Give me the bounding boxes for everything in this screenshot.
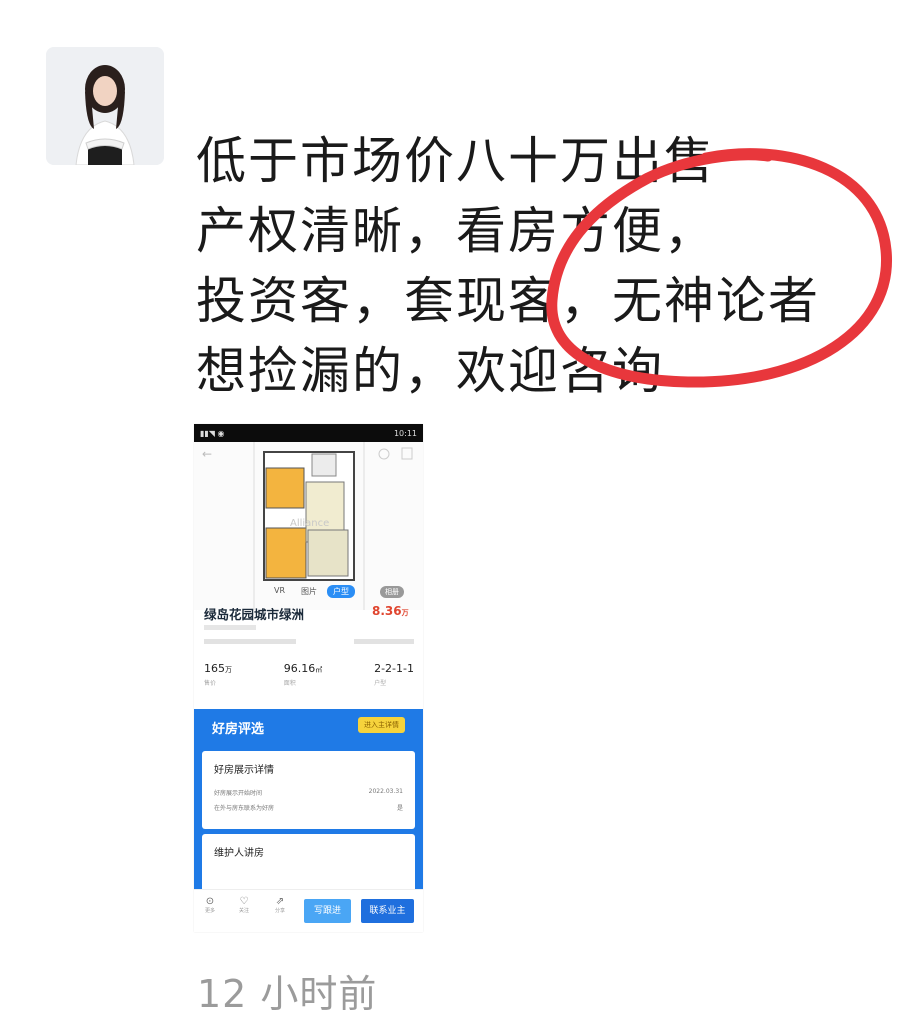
avatar[interactable] <box>46 47 164 165</box>
price-unit: 万 <box>401 609 409 617</box>
panel-detail-button[interactable]: 进入主详情 <box>358 717 405 733</box>
screenshot-image[interactable]: ▮▮◥ ◉ 10:11 ← Alliance VR 图片 户型 相册 绿岛花园城… <box>194 424 423 932</box>
post-timestamp: 12 小时前 <box>197 972 378 1016</box>
follow-up-button[interactable]: 写跟进 <box>304 899 351 923</box>
card-row: 在外与房东联系为好房是 <box>214 805 403 812</box>
post-line-2: 产权清晰，看房方便， <box>196 202 716 260</box>
tab-vr[interactable]: VR <box>268 585 291 598</box>
detail-card: 好房展示详情 好房展示开始时间 2022.03.31 在外与房东联系为好房是 <box>202 751 415 829</box>
album-button[interactable]: 相册 <box>380 586 404 598</box>
listing-title: 绿岛花园城市绿洲 <box>204 607 305 622</box>
price-value: 8.36 <box>372 604 402 618</box>
signal-icon: ▮▮◥ ◉ <box>200 428 225 438</box>
share-icon[interactable]: ⇗ 分享 <box>270 896 290 914</box>
selection-panel: 好房评选 进入主详情 好房展示详情 好房展示开始时间 2022.03.31 在外与… <box>194 709 423 894</box>
listing-tags <box>204 624 404 631</box>
contact-owner-button[interactable]: 联系业主 <box>361 899 414 923</box>
avatar-photo <box>46 47 164 165</box>
card-title: 维护人讲房 <box>214 848 264 859</box>
panel-title: 好房评选 <box>212 722 265 737</box>
heart-icon[interactable]: ♡ 关注 <box>234 896 254 914</box>
post-line-3: 投资客，套现客，无神论者 <box>196 272 820 330</box>
blurred-meta <box>204 639 414 644</box>
phone-status-bar: ▮▮◥ ◉ 10:11 <box>194 424 423 442</box>
stat-area: 96.16㎡ 面积 <box>283 662 323 687</box>
post-line-4: 想捡漏的，欢迎咨询 <box>196 342 664 400</box>
listing-price: 8.36万 <box>372 604 409 618</box>
status-time: 10:11 <box>393 428 417 438</box>
bottom-action-bar: ⊙ 更多 ♡ 关注 ⇗ 分享 写跟进 联系业主 <box>194 889 423 932</box>
tab-images[interactable]: 图片 <box>295 585 323 598</box>
floorplan-tabs: VR 图片 户型 <box>268 585 356 598</box>
tab-floorplan[interactable]: 户型 <box>327 585 356 598</box>
listing-meta <box>204 638 414 645</box>
stat-price: 165万 售价 <box>204 662 232 687</box>
stat-layout: 2-2-1-1 户型 <box>374 662 414 687</box>
card-row: 好房展示开始时间 2022.03.31 <box>214 788 403 797</box>
blurred-tags <box>204 625 256 630</box>
agent-card: 维护人讲房 <box>202 834 415 894</box>
listing-stats: 165万 售价 96.16㎡ 面积 2-2-1-1 户型 <box>204 662 414 687</box>
more-icon[interactable]: ⊙ 更多 <box>200 896 220 914</box>
post-text: 低于市场价八十万出售 产权清晰，看房方便， 投资客，套现客，无神论者 想捡漏的，… <box>196 126 876 406</box>
svg-text:←: ← <box>202 447 212 461</box>
floorplan: ← Alliance VR 图片 户型 相册 <box>194 442 423 610</box>
watermark: Alliance <box>290 518 330 529</box>
post-line-1: 低于市场价八十万出售 <box>196 132 716 190</box>
card-title: 好房展示详情 <box>214 765 274 776</box>
